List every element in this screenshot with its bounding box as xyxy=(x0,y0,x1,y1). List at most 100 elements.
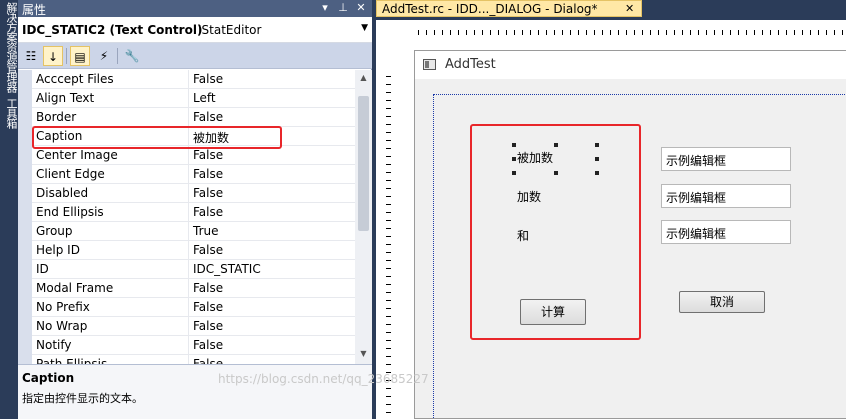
property-name: Border xyxy=(36,110,77,124)
property-name: No Wrap xyxy=(36,319,88,333)
property-grid-scrollbar[interactable]: ▲ ▼ xyxy=(355,70,372,364)
dialog-preview[interactable]: AddTest 被加数 加数 和 示例编辑框 示例编辑框 示例编辑框 计算 取消 xyxy=(414,50,846,419)
property-row[interactable]: Acccept Files False xyxy=(32,70,355,89)
property-name: Center Image xyxy=(36,148,118,162)
property-row[interactable]: Align Text Left xyxy=(32,89,355,108)
column-divider xyxy=(188,355,189,364)
property-row[interactable]: Group True xyxy=(32,222,355,241)
property-row[interactable]: Client Edge False xyxy=(32,165,355,184)
property-row[interactable]: No Prefix False xyxy=(32,298,355,317)
close-icon[interactable]: ✕ xyxy=(625,2,634,15)
property-row[interactable]: ID IDC_STATIC xyxy=(32,260,355,279)
property-value[interactable]: False xyxy=(193,110,223,124)
property-name: Notify xyxy=(36,338,72,352)
property-value[interactable]: False xyxy=(193,72,223,86)
property-row[interactable]: End Ellipsis False xyxy=(32,203,355,222)
property-row[interactable]: Modal Frame False xyxy=(32,279,355,298)
property-value[interactable]: False xyxy=(193,357,223,364)
property-value[interactable]: False xyxy=(193,167,223,181)
scroll-up-icon[interactable]: ▲ xyxy=(355,70,372,86)
property-row[interactable]: No Wrap False xyxy=(32,317,355,336)
chevron-down-icon[interactable]: ▼ xyxy=(361,23,368,33)
property-name: Modal Frame xyxy=(36,281,114,295)
selection-handle[interactable] xyxy=(595,143,599,147)
description-text: 指定由控件显示的文本。 xyxy=(22,392,143,405)
chevron-down-icon[interactable]: ▾ xyxy=(318,1,332,14)
properties-title: 属性 xyxy=(22,3,47,17)
property-grid: Acccept Files False Align Text Left Border Fa… xyxy=(18,70,372,364)
property-value[interactable]: False xyxy=(193,205,223,219)
property-row[interactable]: Caption 被加数 xyxy=(32,127,355,146)
edit-text: 示例编辑框 xyxy=(666,227,727,241)
dialog-canvas: AddTest 被加数 加数 和 示例编辑框 示例编辑框 示例编辑框 计算 取消 xyxy=(376,20,846,419)
column-divider xyxy=(188,70,189,89)
properties-panel: 属性 ▾ ⊥ ✕ IDC_STATIC2 (Text Control) ISta… xyxy=(18,0,372,419)
scroll-down-icon[interactable]: ▼ xyxy=(355,346,372,362)
grid-gutter xyxy=(18,70,32,364)
tab-label: AddTest.rc - IDD..._DIALOG - Dialog* xyxy=(382,2,598,16)
property-value[interactable]: False xyxy=(193,186,223,200)
selection-handle[interactable] xyxy=(595,157,599,161)
description-title: Caption xyxy=(22,371,75,385)
property-value[interactable]: False xyxy=(193,148,223,162)
properties-icon[interactable]: ▤ xyxy=(70,46,90,66)
property-row[interactable]: Center Image False xyxy=(32,146,355,165)
toolbar-divider xyxy=(117,48,118,64)
tab-addtest-rc[interactable]: AddTest.rc - IDD..._DIALOG - Dialog* ✕ xyxy=(376,0,642,17)
edit-sum[interactable]: 示例编辑框 xyxy=(661,220,791,244)
property-value[interactable]: False xyxy=(193,338,223,352)
close-icon[interactable]: ✕ xyxy=(354,1,368,14)
property-value[interactable]: Left xyxy=(193,91,216,105)
property-value[interactable]: 被加数 xyxy=(193,129,229,146)
column-divider xyxy=(188,146,189,165)
alphabetical-icon[interactable]: ↓ xyxy=(43,46,63,66)
property-value[interactable]: True xyxy=(193,224,219,238)
property-name: Client Edge xyxy=(36,167,105,181)
property-value[interactable]: False xyxy=(193,281,223,295)
property-row[interactable]: Notify False xyxy=(32,336,355,355)
cancel-button[interactable]: 取消 xyxy=(679,291,765,313)
resource-editor: AddTest.rc - IDD..._DIALOG - Dialog* ✕ A… xyxy=(376,0,846,419)
property-value[interactable]: False xyxy=(193,300,223,314)
scroll-thumb[interactable] xyxy=(358,96,369,231)
pin-icon[interactable]: ⊥ xyxy=(336,1,350,14)
edit-addend1[interactable]: 示例编辑框 xyxy=(661,147,791,171)
tab-solution-explorer[interactable]: 解决方案资源管理器 xyxy=(1,2,18,94)
selection-handle[interactable] xyxy=(512,143,516,147)
column-divider xyxy=(188,184,189,203)
property-value[interactable]: IDC_STATIC xyxy=(193,262,261,276)
property-row[interactable]: Help ID False xyxy=(32,241,355,260)
property-name: End Ellipsis xyxy=(36,205,104,219)
property-row[interactable]: Disabled False xyxy=(32,184,355,203)
categorized-icon[interactable]: ☷ xyxy=(21,46,41,66)
selection-handle[interactable] xyxy=(512,171,516,175)
property-row[interactable]: Path Ellipsis False xyxy=(32,355,355,364)
calc-button[interactable]: 计算 xyxy=(520,299,586,325)
property-pages-icon[interactable]: 🔧 xyxy=(122,46,142,66)
property-row[interactable]: Border False xyxy=(32,108,355,127)
object-type: IStatEditor xyxy=(198,23,262,37)
object-selector[interactable]: IDC_STATIC2 (Text Control) IStatEditor ▼ xyxy=(18,17,372,43)
column-divider xyxy=(188,127,189,146)
label-addend1[interactable]: 被加数 xyxy=(517,149,553,166)
selection-handle[interactable] xyxy=(595,171,599,175)
selection-handle[interactable] xyxy=(512,157,516,161)
property-value[interactable]: False xyxy=(193,243,223,257)
property-value[interactable]: False xyxy=(193,319,223,333)
dialog-window-icon xyxy=(423,59,436,70)
column-divider xyxy=(188,108,189,127)
column-divider xyxy=(188,298,189,317)
dialog-title: AddTest xyxy=(445,57,496,72)
events-icon[interactable]: ⚡ xyxy=(94,46,114,66)
object-name: IDC_STATIC2 (Text Control) xyxy=(22,23,203,37)
label-addend2[interactable]: 加数 xyxy=(517,188,541,205)
edit-addend2[interactable]: 示例编辑框 xyxy=(661,184,791,208)
property-name: Group xyxy=(36,224,73,238)
property-name: Align Text xyxy=(36,91,95,105)
label-sum[interactable]: 和 xyxy=(517,227,529,244)
edit-text: 示例编辑框 xyxy=(666,154,727,168)
selection-handle[interactable] xyxy=(554,171,558,175)
tab-toolbox[interactable]: 工具箱 xyxy=(1,98,18,138)
ruler-vertical xyxy=(382,76,394,419)
selection-handle[interactable] xyxy=(554,143,558,147)
